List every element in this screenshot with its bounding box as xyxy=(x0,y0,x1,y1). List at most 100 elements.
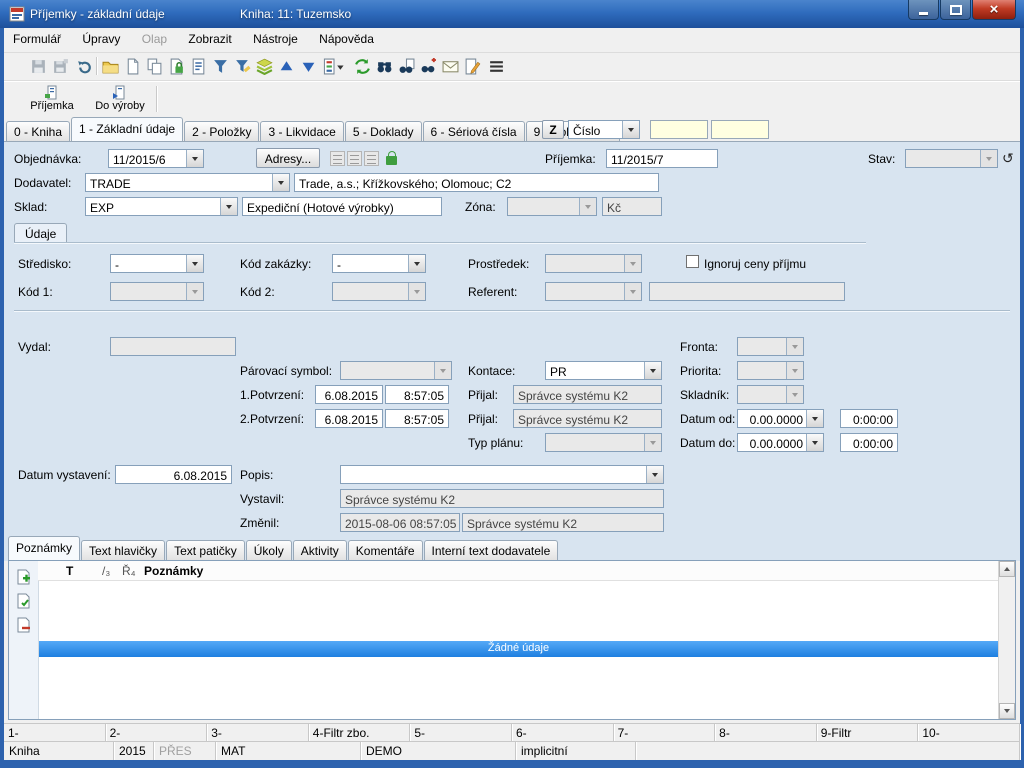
dropdown-arrow-icon[interactable] xyxy=(408,255,425,272)
copy-note-icon[interactable] xyxy=(15,593,31,609)
maximize-button[interactable] xyxy=(940,0,971,20)
notes-col-type[interactable]: T xyxy=(66,564,73,578)
tab-poznamky[interactable]: Poznámky xyxy=(8,536,80,560)
dropdown-arrow-icon[interactable] xyxy=(786,386,803,403)
tab-komentare[interactable]: Komentáře xyxy=(348,540,423,560)
dropdown-arrow-icon[interactable] xyxy=(786,338,803,355)
zona-combo[interactable] xyxy=(507,197,597,216)
parovaci-symbol-combo[interactable] xyxy=(340,361,452,380)
find-icon[interactable] xyxy=(374,56,394,76)
tab-2-polozky[interactable]: 2 - Položky xyxy=(184,121,259,141)
find-next-icon[interactable] xyxy=(418,56,438,76)
reports-dropdown-icon[interactable] xyxy=(320,56,348,76)
potvrzeni2-date-field[interactable]: 6.08.2015 xyxy=(315,409,383,428)
layers-icon[interactable] xyxy=(254,56,274,76)
prostredek-combo[interactable] xyxy=(545,254,642,273)
kod-zakazky-combo[interactable]: - xyxy=(332,254,426,273)
dodavatel-combo[interactable]: TRADE xyxy=(85,173,290,192)
datum-do-time-field[interactable]: 0:00:00 xyxy=(840,433,898,452)
datum-do-date-combo[interactable]: 0.00.0000 xyxy=(737,433,824,452)
open-folder-icon[interactable] xyxy=(100,56,120,76)
potvrzeni2-time-field[interactable]: 8:57:05 xyxy=(385,409,449,428)
minimize-button[interactable] xyxy=(908,0,939,20)
notes-col-title[interactable]: Poznámky xyxy=(144,564,203,578)
tab-text-hlavicky[interactable]: Text hlavičky xyxy=(81,540,165,560)
fronta-combo[interactable] xyxy=(737,337,804,356)
note-doc-icon[interactable] xyxy=(188,56,208,76)
tab-text-paticky[interactable]: Text patičky xyxy=(166,540,245,560)
kontace-combo[interactable]: PR xyxy=(545,361,662,380)
notes-col-mark2[interactable]: Ř₄ xyxy=(122,564,136,578)
dropdown-arrow-icon[interactable] xyxy=(579,198,596,215)
address-form-button[interactable] xyxy=(364,151,379,166)
typ-planu-combo[interactable] xyxy=(545,433,662,452)
history-icon[interactable]: ↺ xyxy=(1002,151,1014,165)
dropdown-arrow-icon[interactable] xyxy=(806,434,823,451)
z-button[interactable]: Z xyxy=(542,120,564,139)
tab-6-seriova-cisla[interactable]: 6 - Sériová čísla xyxy=(423,121,525,141)
tab-5-doklady[interactable]: 5 - Doklady xyxy=(345,121,422,141)
dodavatel-detail-field[interactable]: Trade, a.s.; Křížkovského; Olomouc; C2 xyxy=(294,173,659,192)
sklad-combo[interactable]: EXP xyxy=(85,197,238,216)
menu-nastroje[interactable]: Nástroje xyxy=(244,28,307,52)
save-as-icon[interactable] xyxy=(50,56,70,76)
menu-upravy[interactable]: Úpravy xyxy=(73,28,129,52)
udaje-subtab[interactable]: Údaje xyxy=(14,223,67,243)
ignoruj-ceny-checkbox[interactable] xyxy=(686,255,699,268)
dropdown-arrow-icon[interactable] xyxy=(624,283,641,300)
menu-formular[interactable]: Formulář xyxy=(4,28,70,52)
scroll-down-icon[interactable] xyxy=(999,703,1015,719)
dropdown-arrow-icon[interactable] xyxy=(624,255,641,272)
kod2-combo[interactable] xyxy=(332,282,426,301)
tab-aktivity[interactable]: Aktivity xyxy=(293,540,347,560)
do-vyroby-action-button[interactable]: Do výroby xyxy=(80,83,160,119)
prijemka-field[interactable]: 11/2015/7 xyxy=(606,149,718,168)
kod1-combo[interactable] xyxy=(110,282,204,301)
undo-icon[interactable] xyxy=(74,56,94,76)
close-button[interactable] xyxy=(972,0,1016,20)
datum-vystaveni-field[interactable]: 6.08.2015 xyxy=(115,465,232,484)
sklad-detail-field[interactable]: Expediční (Hotové výrobky) xyxy=(242,197,442,216)
stredisko-combo[interactable]: - xyxy=(110,254,204,273)
address-list-button[interactable] xyxy=(330,151,345,166)
address-grid-button[interactable] xyxy=(347,151,362,166)
dropdown-arrow-icon[interactable] xyxy=(646,466,663,483)
lock-doc-icon[interactable] xyxy=(166,56,186,76)
delete-note-icon[interactable] xyxy=(15,617,31,633)
dropdown-arrow-icon[interactable] xyxy=(644,434,661,451)
dropdown-arrow-icon[interactable] xyxy=(786,362,803,379)
find-doc-icon[interactable] xyxy=(396,56,416,76)
filter-edit-icon[interactable] xyxy=(232,56,252,76)
save-icon[interactable] xyxy=(28,56,48,76)
dropdown-arrow-icon[interactable] xyxy=(806,410,823,427)
quick-filter-field-2[interactable] xyxy=(711,120,769,139)
refresh-icon[interactable] xyxy=(352,56,372,76)
dropdown-arrow-icon[interactable] xyxy=(408,283,425,300)
scroll-up-icon[interactable] xyxy=(999,561,1015,577)
stav-combo[interactable] xyxy=(905,149,998,168)
dropdown-arrow-icon[interactable] xyxy=(186,150,203,167)
potvrzeni1-date-field[interactable]: 6.08.2015 xyxy=(315,385,383,404)
tab-0-kniha[interactable]: 0 - Kniha xyxy=(6,121,70,141)
tab-ukoly[interactable]: Úkoly xyxy=(246,540,292,560)
dropdown-arrow-icon[interactable] xyxy=(220,198,237,215)
notes-scrollbar[interactable] xyxy=(998,561,1015,719)
prijemka-action-button[interactable]: Příjemka xyxy=(14,83,90,119)
dropdown-arrow-icon[interactable] xyxy=(622,121,639,138)
copy-icon[interactable] xyxy=(144,56,164,76)
dropdown-arrow-icon[interactable] xyxy=(272,174,289,191)
dropdown-arrow-icon[interactable] xyxy=(980,150,997,167)
sort-down-icon[interactable] xyxy=(298,56,318,76)
datum-od-time-field[interactable]: 0:00:00 xyxy=(840,409,898,428)
quick-filter-field-1[interactable] xyxy=(650,120,708,139)
add-note-icon[interactable] xyxy=(15,569,31,585)
edit-doc-icon[interactable] xyxy=(462,56,482,76)
tab-1-zakladni-udaje[interactable]: 1 - Základní údaje xyxy=(71,117,183,141)
dropdown-arrow-icon[interactable] xyxy=(186,283,203,300)
menu-napoveda[interactable]: Nápověda xyxy=(310,28,383,52)
priorita-combo[interactable] xyxy=(737,361,804,380)
objednavka-combo[interactable]: 11/2015/6 xyxy=(108,149,204,168)
skladnik-combo[interactable] xyxy=(737,385,804,404)
notes-col-mark1[interactable]: /₃ xyxy=(102,564,110,578)
mail-icon[interactable] xyxy=(440,56,460,76)
